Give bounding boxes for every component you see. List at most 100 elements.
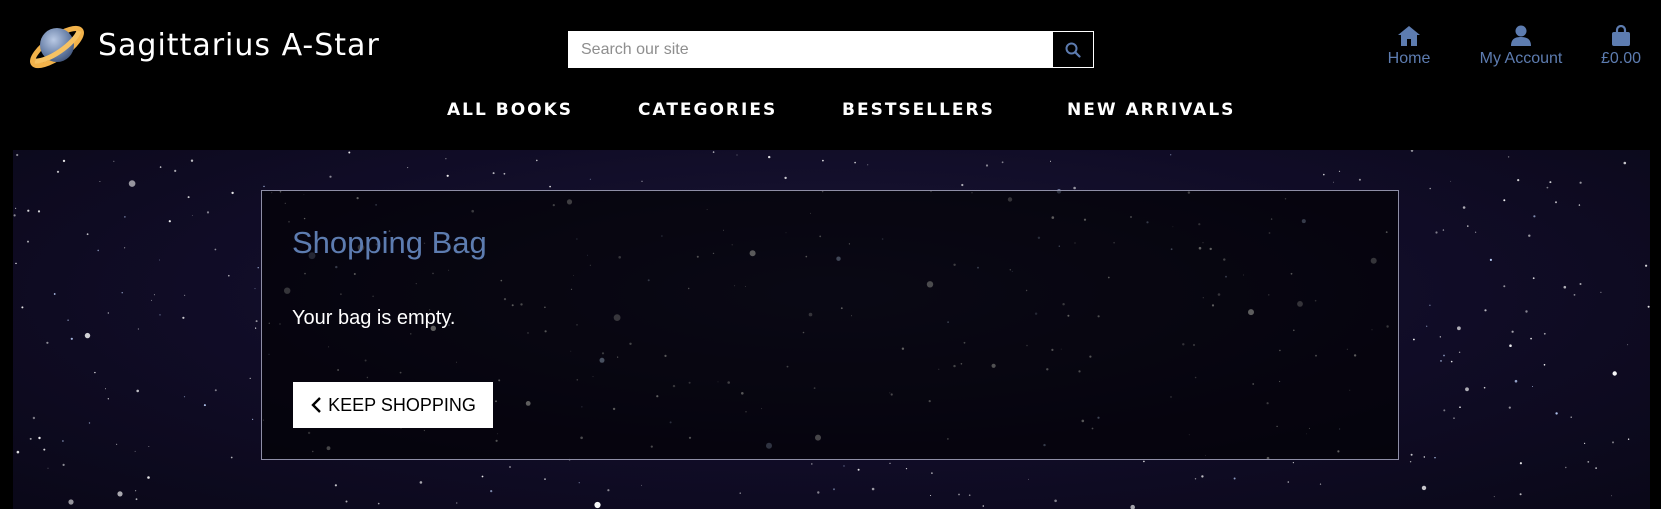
star (86, 233, 89, 236)
star (958, 493, 960, 496)
star (27, 240, 29, 243)
star (252, 418, 254, 420)
star (255, 320, 258, 323)
star (94, 371, 96, 374)
keep-shopping-button[interactable]: KEEP SHOPPING (293, 382, 493, 428)
star (481, 475, 484, 478)
star (1533, 215, 1536, 218)
star (1511, 330, 1514, 333)
star (88, 422, 91, 424)
star (1292, 462, 1294, 464)
star (1565, 466, 1567, 469)
star (231, 191, 234, 195)
star (84, 332, 91, 339)
star (1233, 477, 1236, 480)
star (1194, 478, 1197, 480)
star (29, 437, 32, 440)
star (263, 185, 265, 188)
star (871, 487, 875, 491)
star (206, 211, 210, 214)
star (183, 396, 186, 398)
star (811, 463, 813, 465)
star (931, 472, 933, 474)
star (1443, 409, 1446, 412)
star (16, 450, 20, 454)
home-link[interactable]: Home (1379, 25, 1439, 68)
star (1493, 496, 1495, 498)
star (128, 180, 136, 187)
bag-total: £0.00 (1600, 50, 1642, 67)
star (1579, 181, 1582, 184)
my-account-link[interactable]: My Account (1469, 25, 1573, 68)
star (97, 249, 99, 252)
star (1333, 181, 1334, 183)
star (151, 299, 152, 301)
star (1627, 438, 1630, 440)
star (1130, 504, 1135, 509)
star (1519, 462, 1522, 465)
star (1555, 412, 1558, 415)
star (1338, 170, 1341, 172)
star (1600, 291, 1602, 293)
star (1429, 187, 1431, 190)
star (544, 478, 546, 480)
star (134, 450, 136, 452)
star (38, 436, 41, 440)
star (43, 448, 46, 451)
star (329, 175, 332, 178)
star (257, 267, 259, 269)
star (1508, 406, 1511, 409)
search-button[interactable] (1052, 32, 1093, 67)
star (214, 248, 217, 251)
star (135, 490, 137, 492)
star (492, 172, 495, 175)
star (1578, 204, 1581, 206)
star (1555, 201, 1557, 204)
star (27, 209, 30, 212)
star (121, 292, 123, 294)
search-input[interactable] (569, 32, 1052, 67)
star (1573, 294, 1576, 296)
star (159, 314, 161, 316)
star (1423, 456, 1426, 458)
star (168, 220, 171, 223)
star (930, 495, 932, 496)
star (1627, 344, 1629, 346)
nav-all-books[interactable]: ALL BOOKS (447, 100, 573, 120)
nav-categories[interactable]: CATEGORIES (638, 100, 777, 120)
shopping-bag-link[interactable]: £0.00 (1591, 25, 1651, 68)
nav-bestsellers[interactable]: BESTSELLERS (842, 100, 995, 120)
star (1028, 478, 1029, 480)
star (1546, 186, 1549, 189)
star (1503, 285, 1506, 288)
star (1358, 178, 1361, 181)
star (1475, 231, 1477, 233)
empty-bag-message: Your bag is empty. (292, 307, 456, 329)
star (1426, 325, 1428, 327)
star (148, 446, 150, 447)
star (184, 294, 186, 296)
star (159, 166, 162, 168)
star (15, 262, 17, 265)
star (843, 465, 845, 467)
star (456, 502, 458, 504)
star (490, 490, 493, 493)
star (961, 183, 964, 187)
star (419, 481, 423, 484)
star (107, 312, 109, 314)
nav-new-arrivals[interactable]: NEW ARRIVALS (1067, 100, 1235, 120)
star (1439, 336, 1441, 338)
site-header: Sagittarius A-Star Home My Account (0, 0, 1661, 150)
star (1201, 475, 1204, 478)
star (1563, 285, 1567, 289)
star (62, 463, 65, 466)
star (345, 500, 348, 503)
keep-shopping-label: KEEP SHOPPING (328, 394, 476, 415)
search-form (568, 31, 1094, 68)
star (1519, 493, 1522, 496)
star (968, 494, 971, 497)
star (230, 456, 233, 459)
brand-logo-link[interactable]: Sagittarius A-Star (26, 14, 380, 76)
star (784, 176, 787, 180)
star (1514, 379, 1518, 383)
